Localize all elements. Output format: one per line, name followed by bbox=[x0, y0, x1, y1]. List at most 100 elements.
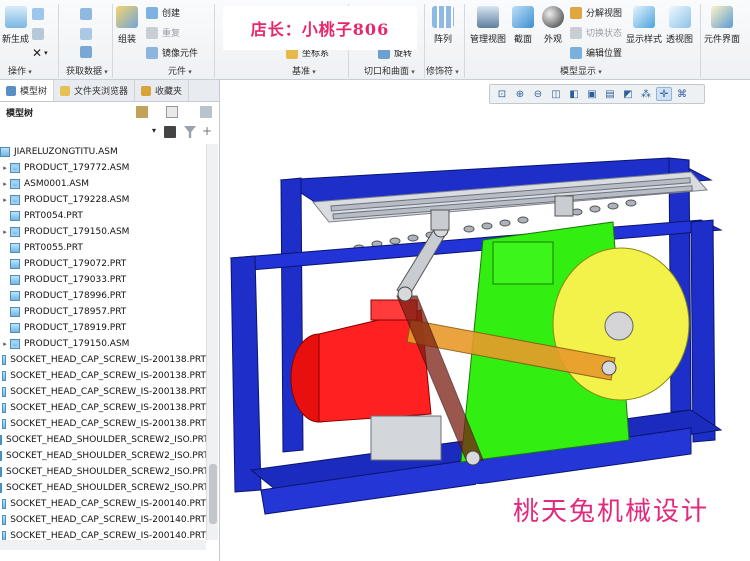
part-icon bbox=[10, 323, 20, 333]
tree-root-node[interactable]: JIARELUZONGTITU.ASM bbox=[0, 144, 206, 160]
appearance-button[interactable]: 外观 bbox=[542, 6, 564, 45]
tree-node[interactable]: SOCKET_HEAD_SHOULDER_SCREW2_ISO.PRT bbox=[0, 432, 206, 448]
annotation-display-icon[interactable]: ⌘ bbox=[674, 87, 690, 101]
tree-filter-display-icon[interactable] bbox=[200, 106, 212, 118]
tab-favorites[interactable]: 收藏夹 bbox=[135, 80, 190, 101]
part-icon bbox=[10, 307, 20, 317]
chevron-down-icon[interactable]: ▾ bbox=[152, 126, 156, 135]
get-data-icon-1[interactable] bbox=[80, 8, 96, 20]
tree-node[interactable]: PRODUCT_178919.PRT bbox=[0, 320, 206, 336]
graphics-viewport[interactable]: ⊡ ⊕ ⊖ ◫ ◧ ▣ ▤ ◩ ⁂ ✛ ⌘ 桃天兔机械设计 bbox=[221, 80, 750, 561]
tree-node[interactable]: PRT0055.PRT bbox=[0, 240, 206, 256]
add-icon[interactable]: + bbox=[202, 124, 212, 138]
tree-node[interactable]: ▸ ASM0001.ASM bbox=[0, 176, 206, 192]
get-data-icon-2[interactable] bbox=[80, 28, 96, 40]
expand-chevron-icon[interactable]: ▸ bbox=[0, 340, 10, 348]
group-get-data[interactable]: 获取数据 bbox=[66, 64, 108, 77]
array-button[interactable]: 阵列 bbox=[432, 6, 454, 45]
section-view-icon[interactable]: ◩ bbox=[620, 87, 636, 101]
filter-icon[interactable] bbox=[184, 126, 196, 138]
tree-node[interactable]: SOCKET_HEAD_CAP_SCREW_IS-200138.PRT bbox=[0, 368, 206, 384]
frame-front-right-post bbox=[690, 219, 716, 443]
zoom-in-icon[interactable]: ⊕ bbox=[512, 87, 528, 101]
section-button[interactable]: 截面 bbox=[512, 6, 534, 45]
tree-node[interactable]: PRODUCT_179072.PRT bbox=[0, 256, 206, 272]
tree-node[interactable]: ▸ PRODUCT_179150.ASM bbox=[0, 336, 206, 352]
tree-node[interactable]: SOCKET_HEAD_CAP_SCREW_IS-200140.PRT bbox=[0, 528, 206, 540]
expand-chevron-icon[interactable]: ▸ bbox=[0, 164, 10, 172]
regenerate-button[interactable]: 新生成 bbox=[2, 6, 29, 45]
ribbon-divider bbox=[700, 4, 701, 78]
group-cut-surface[interactable]: 切口和曲面 bbox=[364, 64, 415, 77]
find-icon[interactable] bbox=[164, 126, 176, 138]
gearbox-top-block bbox=[492, 241, 554, 285]
display-style-view-icon[interactable]: ◧ bbox=[566, 87, 582, 101]
tree-node[interactable]: PRODUCT_178996.PRT bbox=[0, 288, 206, 304]
tree-node[interactable]: ▸ PRODUCT_179772.ASM bbox=[0, 160, 206, 176]
create-button[interactable]: 创建 bbox=[146, 6, 180, 19]
exploded-view-button[interactable]: 分解视图 bbox=[570, 6, 622, 19]
tree-node-label: SOCKET_HEAD_SHOULDER_SCREW2_ISO.PRT bbox=[6, 435, 206, 445]
group-modifier[interactable]: 修饰符 bbox=[426, 64, 459, 77]
toggle-state-button[interactable]: 切换状态 bbox=[570, 26, 622, 39]
tree-node[interactable]: ▸ PRODUCT_179228.ASM bbox=[0, 192, 206, 208]
mirror-component-button[interactable]: 镜像元件 bbox=[146, 46, 198, 59]
tree-node[interactable]: PRODUCT_179033.PRT bbox=[0, 272, 206, 288]
tree-settings-icon[interactable] bbox=[136, 106, 148, 118]
paste-icon[interactable] bbox=[32, 28, 48, 40]
view-manager-icon[interactable]: ▤ bbox=[602, 87, 618, 101]
tree-node[interactable]: SOCKET_HEAD_CAP_SCREW_IS-200140.PRT bbox=[0, 496, 206, 512]
get-data-icon-3[interactable] bbox=[80, 46, 96, 58]
zoom-out-icon[interactable]: ⊖ bbox=[530, 87, 546, 101]
copy-icon[interactable] bbox=[32, 8, 48, 20]
datum-display-icon[interactable]: ⁂ bbox=[638, 87, 654, 101]
tree-node-label: PRODUCT_178919.PRT bbox=[24, 323, 127, 333]
tree-columns-icon[interactable] bbox=[166, 106, 178, 118]
repeat-button[interactable]: 重复 bbox=[146, 26, 180, 39]
assemble-button[interactable]: 组装 bbox=[116, 6, 138, 45]
display-style-button[interactable]: 显示样式 bbox=[626, 6, 662, 45]
panel-tabs: 模型树 文件夹浏览器 收藏夹 bbox=[0, 80, 219, 102]
tree-node[interactable]: ▸ PRODUCT_179150.ASM bbox=[0, 224, 206, 240]
tree-vertical-scrollbar[interactable] bbox=[206, 144, 218, 540]
create-icon bbox=[146, 6, 158, 19]
repaint-icon[interactable]: ◫ bbox=[548, 87, 564, 101]
tree-node[interactable]: SOCKET_HEAD_CAP_SCREW_IS-200138.PRT bbox=[0, 384, 206, 400]
shop-overlay-label: 店长：小桃子806 bbox=[223, 6, 417, 50]
ribbon-divider bbox=[112, 4, 113, 78]
perspective-view-button[interactable]: 透视图 bbox=[666, 6, 693, 45]
edit-position-button[interactable]: 编辑位置 bbox=[570, 46, 622, 59]
delete-icon[interactable]: ✕ ▾ bbox=[32, 46, 48, 60]
tab-model-tree[interactable]: 模型树 bbox=[0, 80, 55, 101]
part-icon bbox=[2, 515, 7, 525]
manage-views-button[interactable]: 管理视图 bbox=[470, 6, 506, 45]
expand-chevron-icon[interactable]: ▸ bbox=[0, 180, 10, 188]
tree-horizontal-scrollbar[interactable] bbox=[0, 540, 206, 550]
tab-folder-browser[interactable]: 文件夹浏览器 bbox=[54, 80, 136, 101]
tree-node[interactable]: SOCKET_HEAD_SHOULDER_SCREW2_ISO.PRT bbox=[0, 480, 206, 496]
tree-node[interactable]: SOCKET_HEAD_CAP_SCREW_IS-200138.PRT bbox=[0, 416, 206, 432]
tree-node[interactable]: PRODUCT_178957.PRT bbox=[0, 304, 206, 320]
zoom-fit-icon[interactable]: ⊡ bbox=[494, 87, 510, 101]
group-component[interactable]: 元件 bbox=[168, 64, 192, 77]
group-operations[interactable]: 操作 bbox=[8, 64, 32, 77]
group-datum[interactable]: 基准 bbox=[292, 64, 316, 77]
tree-node[interactable]: SOCKET_HEAD_CAP_SCREW_IS-200138.PRT bbox=[0, 400, 206, 416]
component-interface-icon bbox=[711, 6, 733, 28]
tree-node[interactable]: SOCKET_HEAD_SHOULDER_SCREW2_ISO.PRT bbox=[0, 464, 206, 480]
linkage-arm-upper bbox=[396, 227, 448, 297]
spin-center-icon[interactable]: ✛ bbox=[656, 87, 672, 101]
tree-node[interactable]: SOCKET_HEAD_SHOULDER_SCREW2_ISO.PRT bbox=[0, 448, 206, 464]
tree-node-label: JIARELUZONGTITU.ASM bbox=[14, 147, 118, 157]
tree-node[interactable]: PRT0054.PRT bbox=[0, 208, 206, 224]
saved-orientations-icon[interactable]: ▣ bbox=[584, 87, 600, 101]
scrollbar-thumb[interactable] bbox=[209, 464, 217, 524]
tree-node[interactable]: SOCKET_HEAD_CAP_SCREW_IS-200140.PRT bbox=[0, 512, 206, 528]
group-model-display[interactable]: 模型显示 bbox=[560, 64, 602, 77]
expand-chevron-icon[interactable]: ▸ bbox=[0, 196, 10, 204]
tree-node[interactable]: SOCKET_HEAD_CAP_SCREW_IS-200138.PRT bbox=[0, 352, 206, 368]
flywheel-hub bbox=[604, 311, 634, 341]
component-interface-button[interactable]: 元件界面 bbox=[704, 6, 740, 45]
favorites-icon bbox=[141, 85, 152, 96]
expand-chevron-icon[interactable]: ▸ bbox=[0, 228, 10, 236]
